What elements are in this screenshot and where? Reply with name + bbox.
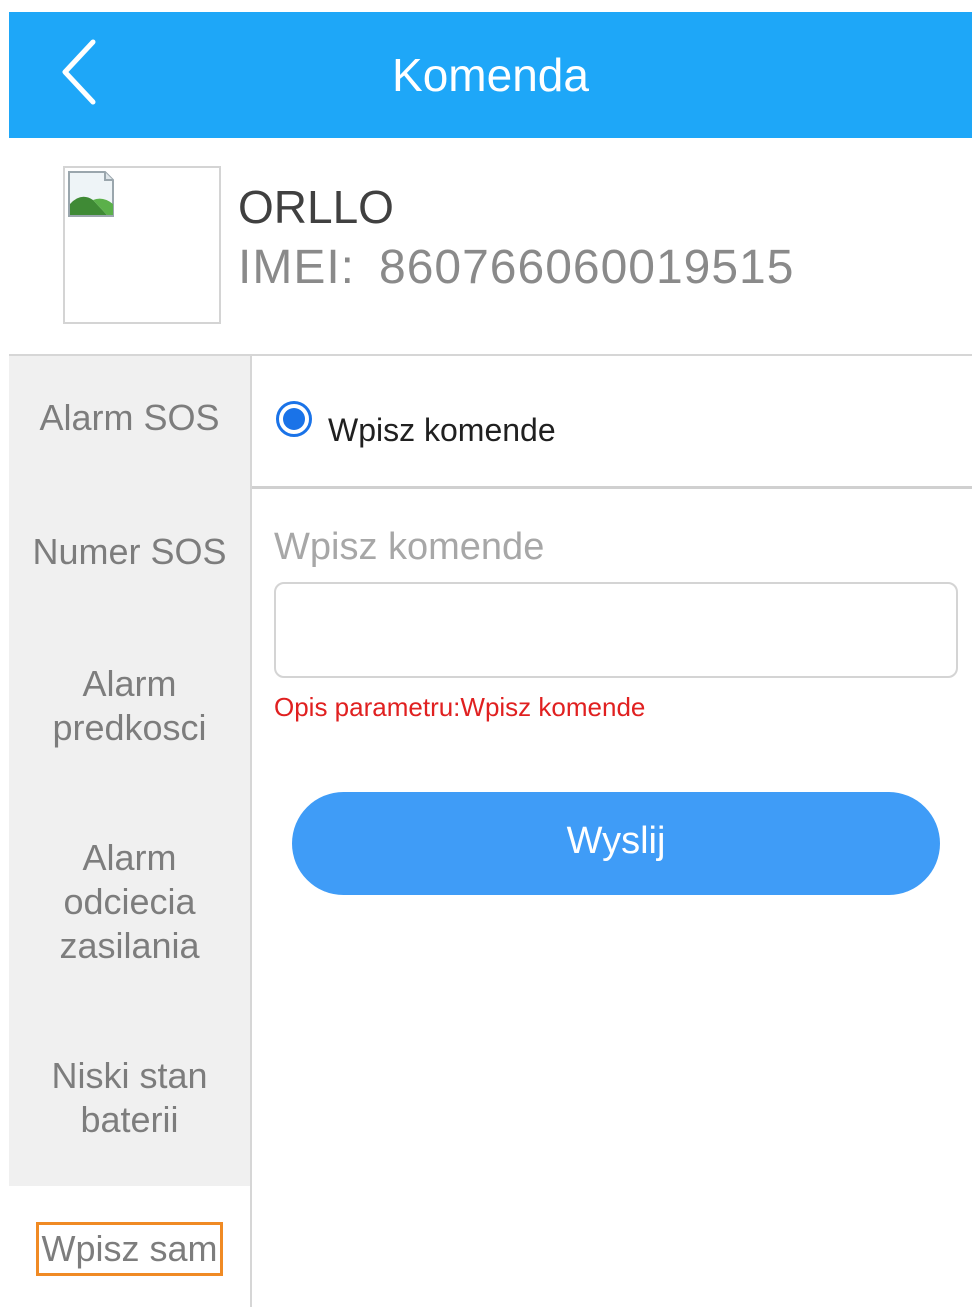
sidebar-item-alarm-predkosci[interactable]: Alarm predkosci — [9, 662, 250, 750]
parameter-description: Opis parametru:Wpisz komende — [274, 692, 646, 722]
sidebar-item-wpisz-sam[interactable]: Wpisz sam — [9, 1186, 250, 1307]
command-category-sidebar — [9, 356, 250, 1307]
sidebar-item-alarm-sos[interactable]: Alarm SOS — [9, 396, 250, 440]
command-field-label: Wpisz komende — [274, 526, 545, 568]
sidebar-item-label: Alarm SOS — [39, 397, 220, 438]
sidebar-item-label: zasilania — [59, 925, 200, 966]
app-header: Komenda — [9, 12, 972, 138]
radio-button[interactable] — [276, 401, 312, 437]
sidebar-item-niski-stan-baterii[interactable]: Niski stan baterii — [9, 1054, 250, 1142]
sidebar-item-label: odciecia — [63, 881, 196, 922]
sidebar-item-label: predkosci — [52, 707, 207, 748]
sidebar-item-label: Niski stan — [51, 1055, 208, 1096]
divider — [252, 486, 972, 489]
imei-value: 860766060019515 — [379, 241, 795, 294]
command-input[interactable] — [274, 582, 958, 678]
chevron-left-icon — [62, 39, 96, 105]
sidebar-divider — [250, 356, 252, 1307]
screen: Komenda ORLLO IMEI: 860766060019515 Alarm… — [9, 12, 972, 1307]
sidebar-item-label: Alarm — [82, 837, 177, 878]
send-button[interactable]: Wyslij — [292, 792, 940, 895]
device-thumbnail — [63, 166, 221, 324]
sidebar-item-alarm-odciecia-zasilania[interactable]: Alarm odciecia zasilania — [9, 836, 250, 968]
sidebar-item-label: baterii — [80, 1099, 179, 1140]
back-button[interactable] — [49, 32, 119, 112]
sidebar-item-label: Wpisz sam — [36, 1222, 223, 1276]
imei-label: IMEI: — [238, 241, 356, 294]
sidebar-item-label: Alarm — [82, 663, 177, 704]
sidebar-item-label: Numer SOS — [32, 531, 227, 572]
device-imei: IMEI: 860766060019515 — [238, 240, 794, 295]
radio-label[interactable]: Wpisz komende — [328, 412, 556, 449]
radio-option-row: Wpisz komende — [252, 356, 972, 488]
sidebar-item-numer-sos[interactable]: Numer SOS — [9, 530, 250, 574]
device-name: ORLLO — [238, 181, 394, 233]
page-title: Komenda — [392, 49, 589, 101]
broken-image-icon — [68, 171, 114, 217]
